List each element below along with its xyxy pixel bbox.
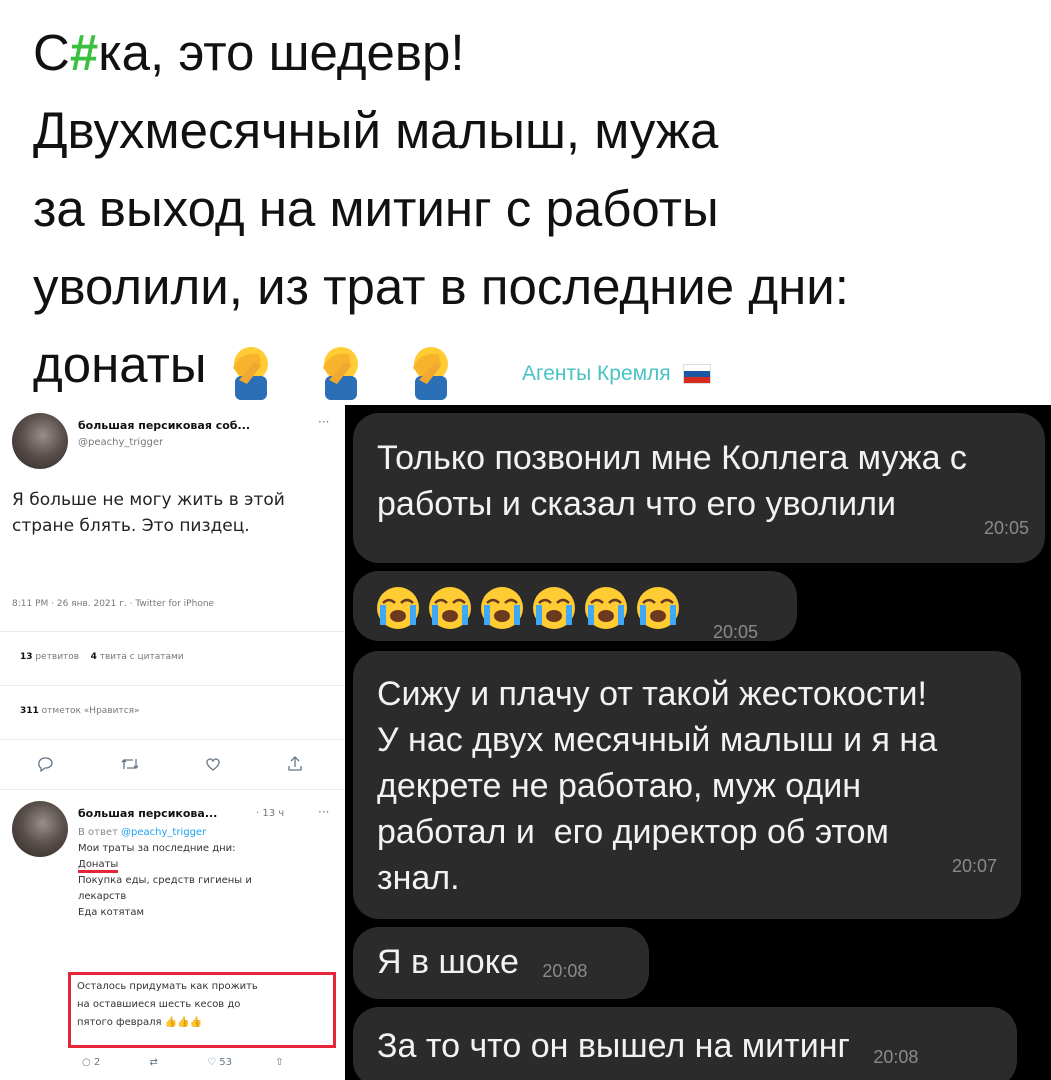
- reply-text: В ответ @peachy_trigger Мои траты за пос…: [78, 825, 338, 921]
- headline-line-4: уволили, из трат в последние дни:: [33, 258, 849, 315]
- divider: [0, 685, 345, 686]
- headline: С#ка, это шедевр! Двухмесячный малыш, му…: [33, 14, 1033, 408]
- watermark: Агенты Кремля: [522, 362, 711, 386]
- message-time: 20:08: [873, 1047, 919, 1067]
- crying-emoji-row: [375, 583, 687, 631]
- crying-face-emoji: [377, 587, 419, 630]
- message-time: 20:05: [983, 518, 1029, 538]
- chat-message: Я в шоке 20:08: [353, 927, 649, 999]
- tweet-author-handle[interactable]: @peachy_trigger: [78, 437, 163, 448]
- retweet-icon[interactable]: ⇄: [149, 1057, 157, 1068]
- reply-author-name[interactable]: большая персикова...: [78, 807, 217, 820]
- chat-screenshot: Только позвонил мне Коллега мужа с работ…: [345, 405, 1051, 1080]
- message-time: 20:07: [951, 856, 997, 876]
- donations-underlined: Донаты: [78, 859, 119, 873]
- message-time: 20:08: [542, 961, 588, 981]
- like-icon[interactable]: ♡: [207, 1057, 216, 1068]
- chat-message: Сижу и плачу от такой жестокости! У нас …: [353, 651, 1021, 919]
- crying-face-emoji: [481, 587, 523, 630]
- chat-message: Только позвонил мне Коллега мужа с работ…: [353, 413, 1045, 563]
- russia-flag-icon: [682, 364, 711, 385]
- crying-face-emoji: [533, 587, 575, 630]
- chat-message: За то что он вышел на митинг 20:08: [353, 1007, 1017, 1080]
- tweet-screenshot: большая персиковая соб... @peachy_trigge…: [0, 405, 345, 1080]
- reply-time: · 13 ч: [256, 808, 285, 819]
- crying-face-emoji: [429, 587, 471, 630]
- reply-more-icon[interactable]: ···: [318, 805, 329, 819]
- highlighted-reply-text: Осталось придумать как прожить на оставш…: [68, 972, 336, 1048]
- reply-icon[interactable]: ○: [82, 1057, 91, 1068]
- headline-line-2: Двухмесячный малыш, мужа: [33, 102, 719, 159]
- avatar[interactable]: [12, 413, 68, 469]
- message-time: 20:05: [713, 622, 759, 642]
- avatar[interactable]: [12, 801, 68, 857]
- chat-message: 20:05: [353, 571, 797, 642]
- retweet-stats[interactable]: 13 ретвитов 4 твита с цитатами: [20, 652, 184, 662]
- reply-icon[interactable]: [36, 755, 54, 777]
- crying-face-emoji: [585, 587, 627, 630]
- facepalm-emoji: [322, 347, 358, 401]
- facepalm-emoji-row: [225, 330, 481, 408]
- thumbs-up-emoji: 👍👍👍: [164, 1017, 203, 1028]
- headline-line-1: С#ка, это шедевр!: [33, 24, 465, 81]
- tweet-text: Я больше не могу жить в этой стране блят…: [12, 490, 285, 536]
- tweet-meta: 8:11 PM · 26 янв. 2021 г. · Twitter for …: [12, 599, 215, 609]
- like-icon[interactable]: [204, 755, 222, 777]
- share-icon[interactable]: ⇧: [275, 1057, 283, 1068]
- like-stats[interactable]: 311 отметок «Нравится»: [20, 706, 140, 716]
- headline-line-3: за выход на митинг с работы: [33, 180, 719, 237]
- divider: [0, 789, 345, 790]
- facepalm-emoji: [232, 347, 268, 401]
- divider: [0, 739, 345, 740]
- retweet-icon[interactable]: [120, 755, 140, 777]
- tweet-author-name[interactable]: большая персиковая соб...: [78, 419, 250, 432]
- reply-to: В ответ @peachy_trigger: [78, 827, 207, 838]
- reply-actions: ○ 2 ⇄ ♡ 53 ⇧: [82, 1057, 284, 1068]
- divider: [0, 631, 345, 632]
- facepalm-emoji: [412, 347, 448, 401]
- crying-face-emoji: [637, 587, 679, 630]
- tweet-more-icon[interactable]: ···: [318, 415, 329, 429]
- share-icon[interactable]: [286, 755, 304, 777]
- censor-hash: #: [69, 24, 99, 81]
